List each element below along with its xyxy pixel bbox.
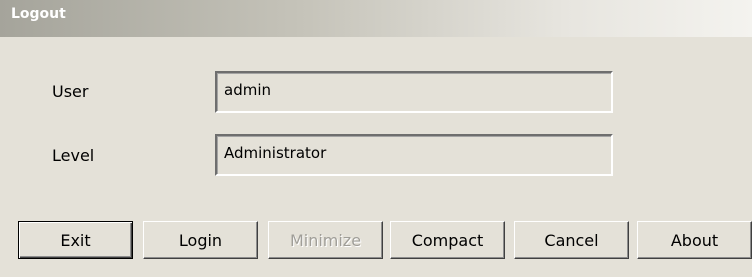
login-button[interactable]: Login [143, 221, 258, 259]
user-field: admin [215, 71, 613, 113]
logout-dialog: Logout User admin Level Administrator Ex… [0, 0, 752, 277]
minimize-button: Minimize [268, 221, 383, 259]
title-bar: Logout [0, 0, 752, 37]
level-label: Level [52, 146, 95, 165]
user-label: User [52, 82, 89, 101]
window-title: Logout [11, 6, 66, 22]
level-field: Administrator [215, 134, 613, 176]
compact-button[interactable]: Compact [390, 221, 505, 259]
about-button[interactable]: About [637, 221, 752, 259]
level-value: Administrator [224, 144, 327, 162]
exit-button[interactable]: Exit [18, 221, 133, 259]
user-value: admin [224, 81, 271, 99]
cancel-button[interactable]: Cancel [514, 221, 629, 259]
